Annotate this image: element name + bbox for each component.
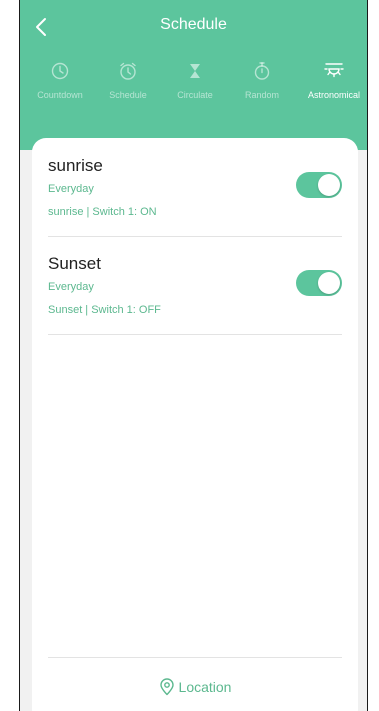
page-title: Schedule (160, 16, 227, 33)
schedule-repeat: Everyday (48, 281, 94, 293)
tab-label: Circulate (177, 90, 213, 100)
tab-label: Schedule (109, 90, 147, 100)
divider (48, 657, 342, 658)
hourglass-icon (185, 58, 205, 84)
sunrise-icon (323, 58, 345, 84)
schedule-list-card: sunrise Everyday sunrise | Switch 1: ON … (32, 138, 358, 711)
schedule-action: sunrise | Switch 1: ON (48, 206, 157, 218)
tab-astronomical[interactable]: Astronomical (299, 58, 367, 114)
tab-schedule[interactable]: Schedule (93, 58, 163, 114)
schedule-name: sunrise (48, 156, 103, 175)
schedule-action: Sunset | Switch 1: OFF (48, 304, 161, 316)
header: Schedule Countdown Schedule Circulate Ra… (20, 0, 367, 150)
toggle-knob (318, 174, 340, 196)
tab-countdown[interactable]: Countdown (25, 58, 95, 114)
schedule-toggle[interactable] (296, 172, 342, 198)
schedule-item-sunrise[interactable]: sunrise Everyday sunrise | Switch 1: ON (48, 138, 342, 237)
phone-screen: Schedule Countdown Schedule Circulate Ra… (19, 0, 368, 711)
clock-icon (50, 58, 70, 84)
location-label: Location (178, 679, 232, 695)
location-pin-icon (159, 678, 174, 696)
location-button[interactable]: Location (32, 674, 358, 700)
schedule-item-sunset[interactable]: Sunset Everyday Sunset | Switch 1: OFF (48, 236, 342, 335)
mode-tabs: Countdown Schedule Circulate Random Astr… (20, 58, 367, 114)
tab-label: Random (244, 90, 280, 100)
alarm-clock-icon (118, 58, 138, 84)
tab-random[interactable]: Random (227, 58, 297, 114)
tab-circulate[interactable]: Circulate (160, 58, 230, 114)
tab-label: Countdown (37, 90, 83, 100)
stopwatch-icon (252, 58, 272, 84)
schedule-repeat: Everyday (48, 183, 94, 195)
tab-label: Astronomical (307, 90, 361, 100)
schedule-toggle[interactable] (296, 270, 342, 296)
toggle-knob (318, 272, 340, 294)
schedule-name: Sunset (48, 254, 101, 273)
